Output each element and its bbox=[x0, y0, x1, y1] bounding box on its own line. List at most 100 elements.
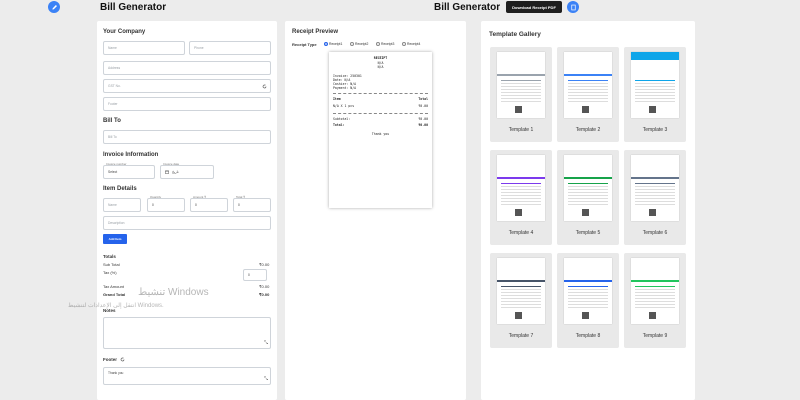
template-card-4[interactable]: Template 4 bbox=[490, 150, 552, 245]
copy-button[interactable] bbox=[567, 1, 579, 13]
totals-title: Totals bbox=[103, 254, 116, 259]
template-line bbox=[568, 80, 608, 81]
template-line bbox=[635, 289, 675, 290]
template-line bbox=[568, 95, 608, 96]
receipt-type-radio-3[interactable] bbox=[376, 42, 380, 46]
template-card-3[interactable]: Template 3 bbox=[624, 47, 686, 142]
template-line bbox=[501, 189, 541, 190]
receipt-type-radio-1[interactable] bbox=[324, 42, 328, 46]
company-phone-input[interactable]: Phone bbox=[189, 41, 271, 55]
template-line bbox=[568, 307, 608, 308]
item-name-input[interactable]: Name bbox=[103, 198, 141, 212]
subtotal-value: ₹0.00 bbox=[259, 262, 270, 267]
template-line bbox=[635, 292, 675, 293]
receipt-type-radio-2[interactable] bbox=[350, 42, 354, 46]
refresh-icon[interactable] bbox=[120, 357, 125, 362]
template-thumbnail bbox=[564, 155, 612, 221]
template-line bbox=[635, 307, 675, 308]
company-name-input[interactable]: Name bbox=[103, 41, 185, 55]
download-receipt-button[interactable]: Download Receipt PDF bbox=[506, 1, 562, 13]
template-label: Template 5 bbox=[575, 230, 601, 236]
receipt-col-header: Item bbox=[333, 97, 341, 101]
template-line bbox=[568, 192, 608, 193]
template-line bbox=[635, 98, 675, 99]
receipt-line: N/A bbox=[377, 65, 384, 69]
description-input[interactable]: Description bbox=[103, 216, 271, 230]
section-item-details: Item Details bbox=[103, 186, 137, 192]
refresh-icon[interactable] bbox=[262, 84, 267, 89]
pencil-icon bbox=[51, 4, 57, 10]
template-line bbox=[635, 86, 675, 87]
invoice-date-input[interactable]: تاريخ bbox=[160, 165, 214, 179]
qr-code-icon bbox=[582, 312, 589, 319]
add-item-button[interactable]: Add Item bbox=[103, 234, 127, 244]
activation-watermark: تنشيط Windows bbox=[138, 287, 209, 298]
invoice-number-select[interactable]: Select bbox=[103, 165, 155, 179]
template-label: Template 9 bbox=[642, 333, 668, 339]
receipt-divider bbox=[333, 113, 428, 114]
grand-total-value: ₹0.00 bbox=[259, 292, 270, 297]
template-accent-bar bbox=[564, 74, 612, 76]
template-line bbox=[568, 101, 608, 102]
receipt-type-radio-4[interactable] bbox=[402, 42, 406, 46]
receipt-heading: RECEIPT bbox=[373, 56, 388, 60]
tax-label: Tax (%) bbox=[103, 270, 117, 275]
receipt-type-option: Receipt3 bbox=[381, 42, 395, 46]
template-card-2[interactable]: Template 2 bbox=[557, 47, 619, 142]
template-line bbox=[501, 92, 541, 93]
template-line bbox=[501, 89, 541, 90]
template-card-9[interactable]: Template 9 bbox=[624, 253, 686, 348]
tax-input[interactable]: 0 bbox=[243, 269, 267, 281]
template-line bbox=[635, 89, 675, 90]
template-line bbox=[501, 301, 541, 302]
gst-input[interactable]: GST No. bbox=[103, 79, 271, 93]
template-line bbox=[568, 286, 608, 287]
resize-grip-icon[interactable]: ⤡ bbox=[264, 376, 268, 382]
template-line bbox=[501, 298, 541, 299]
template-card-6[interactable]: Template 6 bbox=[624, 150, 686, 245]
company-address-input[interactable]: Address bbox=[103, 61, 271, 75]
qr-code-icon bbox=[649, 209, 656, 216]
notes-textarea[interactable]: ⤡ bbox=[103, 317, 271, 349]
template-line bbox=[501, 86, 541, 87]
template-card-8[interactable]: Template 8 bbox=[557, 253, 619, 348]
template-card-1[interactable]: Template 1 bbox=[490, 47, 552, 142]
amount-input[interactable]: 0 bbox=[190, 198, 228, 212]
receipt-total-label: Total: bbox=[333, 123, 345, 127]
template-thumbnail bbox=[564, 258, 612, 324]
receipt-total-value: ₹0.00 bbox=[418, 123, 428, 127]
template-line bbox=[568, 189, 608, 190]
template-card-7[interactable]: Template 7 bbox=[490, 253, 552, 348]
footer-textarea-value: Thank you bbox=[108, 371, 124, 375]
receipt-type-label: Receipt Type bbox=[292, 42, 317, 47]
total-input[interactable]: 0 bbox=[233, 198, 271, 212]
receipt-col-header: Total bbox=[418, 97, 428, 101]
quantity-input[interactable]: 0 bbox=[147, 198, 185, 212]
section-invoice-info: Invoice Information bbox=[103, 152, 159, 158]
page-title: Bill Generator bbox=[100, 2, 167, 13]
resize-grip-icon[interactable]: ⤡ bbox=[264, 340, 268, 346]
qr-code-icon bbox=[515, 209, 522, 216]
template-line bbox=[568, 292, 608, 293]
bill-to-input[interactable]: Bill To bbox=[103, 130, 271, 144]
template-accent-bar bbox=[631, 52, 679, 60]
template-label: Template 7 bbox=[508, 333, 534, 339]
template-line bbox=[568, 83, 608, 84]
template-thumbnail bbox=[631, 52, 679, 118]
template-card-5[interactable]: Template 5 bbox=[557, 150, 619, 245]
edit-button[interactable] bbox=[48, 1, 60, 13]
template-line bbox=[635, 195, 675, 196]
section-bill-to: Bill To bbox=[103, 118, 121, 124]
template-line bbox=[501, 292, 541, 293]
template-label: Template 8 bbox=[575, 333, 601, 339]
footer-textarea[interactable]: Thank you ⤡ bbox=[103, 367, 271, 385]
section-your-company: Your Company bbox=[103, 29, 146, 35]
template-line bbox=[501, 307, 541, 308]
receipt-subtotal-label: Subtotal: bbox=[333, 117, 351, 121]
template-line bbox=[501, 183, 541, 184]
template-line bbox=[501, 295, 541, 296]
template-line bbox=[501, 192, 541, 193]
template-gallery-title: Template Gallery bbox=[489, 31, 541, 38]
template-line bbox=[568, 89, 608, 90]
company-footer-input[interactable]: Footer bbox=[103, 97, 271, 111]
